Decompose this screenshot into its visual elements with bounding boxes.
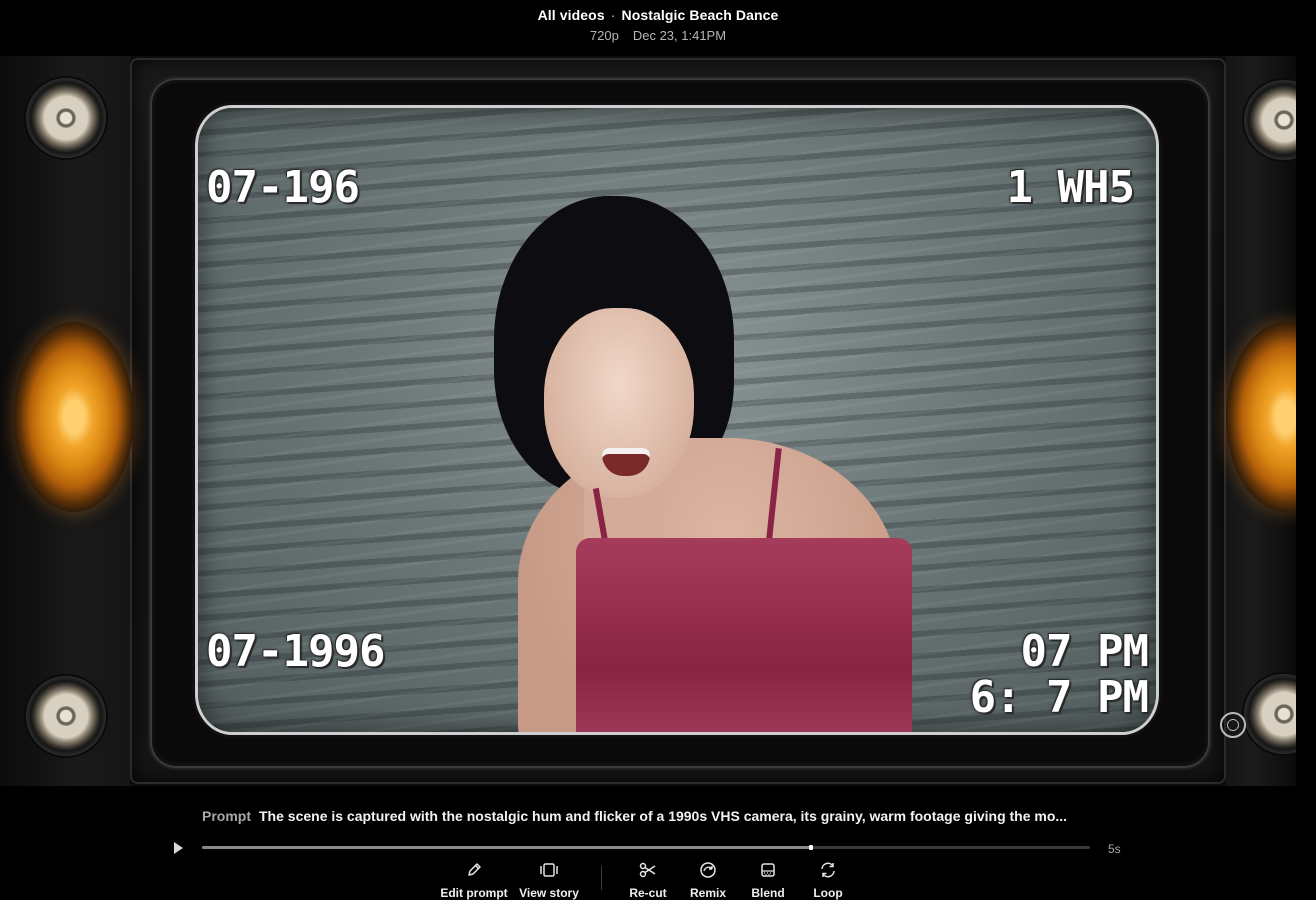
recut-button[interactable]: Re-cut (626, 860, 670, 900)
play-icon[interactable] (172, 842, 184, 854)
progress-fill (202, 846, 812, 849)
subject-dress (576, 538, 912, 732)
openai-logo-icon (1220, 712, 1246, 738)
lamp-left (14, 322, 134, 512)
loop-label: Loop (813, 886, 843, 900)
prompt-row: Prompt The scene is captured with the nos… (202, 808, 1122, 824)
osd-top-right: 1 WH5 (1006, 162, 1135, 213)
breadcrumb-all-videos[interactable]: All videos (538, 7, 605, 23)
screw-top-left (26, 78, 106, 158)
pencil-icon (464, 860, 484, 880)
video-player[interactable]: 07-196 1 WH5 07-1996 07 PM 6: 7 PM (0, 56, 1296, 786)
blend-button[interactable]: Blend (746, 860, 790, 900)
duration-label: 5s (1108, 842, 1121, 856)
video-title: Nostalgic Beach Dance (621, 7, 779, 23)
edit-prompt-button[interactable]: Edit prompt (440, 860, 508, 900)
created-timestamp: Dec 23, 1:41PM (632, 28, 727, 43)
storyboard-icon (539, 860, 559, 880)
view-story-button[interactable]: View story (518, 860, 580, 900)
video-meta: 720p Dec 23, 1:41PM (0, 28, 1316, 43)
prompt-text: The scene is captured with the nostalgic… (259, 808, 1068, 824)
resolution-label: 720p (589, 28, 619, 43)
video-header: All videos · Nostalgic Beach Dance 720p Dec… (0, 0, 1316, 56)
blend-label: Blend (751, 886, 785, 900)
remix-button[interactable]: Remix (686, 860, 730, 900)
action-toolbar: Edit prompt View story Re-cut Remix Blen… (0, 858, 1316, 900)
recut-label: Re-cut (629, 886, 667, 900)
remix-icon (698, 860, 718, 880)
remix-label: Remix (689, 886, 727, 900)
title-line: All videos · Nostalgic Beach Dance (0, 7, 1316, 23)
osd-bottom-right-time: 07 PM (1020, 626, 1149, 677)
edit-prompt-label: Edit prompt (440, 886, 508, 900)
progress-track[interactable] (202, 845, 1090, 850)
loop-icon (818, 860, 838, 880)
screw-bottom-left (26, 676, 106, 756)
view-story-label: View story (519, 886, 579, 900)
video-frame: 07-196 1 WH5 07-1996 07 PM 6: 7 PM (198, 108, 1156, 732)
prompt-label: Prompt (202, 808, 251, 824)
breadcrumb-separator: · (610, 7, 616, 23)
osd-bottom-right-clock: 6: 7 PM (969, 672, 1149, 723)
osd-bottom-left: 07-1996 (206, 626, 385, 677)
scissors-icon (638, 860, 658, 880)
loop-button[interactable]: Loop (806, 860, 850, 900)
toolbar-divider (601, 866, 602, 890)
progress-handle[interactable] (809, 845, 814, 850)
osd-top-left: 07-196 (206, 162, 360, 213)
blend-icon (758, 860, 778, 880)
